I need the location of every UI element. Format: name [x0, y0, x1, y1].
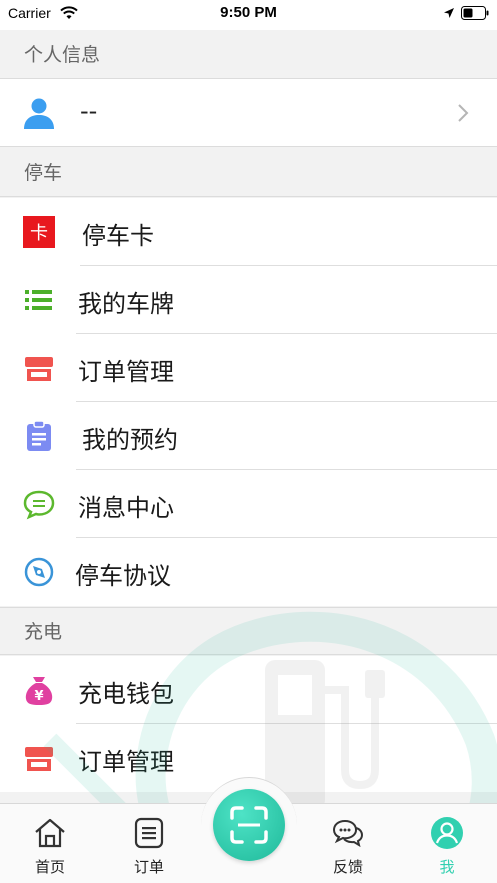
parking-list: 卡 停车卡 我的车牌 订单管理 我的预约 消息中心 停车协议	[0, 198, 497, 606]
order-list-icon	[134, 817, 164, 849]
tab-me[interactable]: 我	[407, 804, 487, 883]
home-icon	[35, 818, 65, 848]
money-bag-icon-text: ¥	[34, 689, 43, 704]
user-avatar-icon	[24, 98, 54, 129]
list-item-label: 我的车牌	[78, 290, 174, 318]
section-header-charging: 充电	[0, 607, 497, 655]
chat-bubble-icon	[23, 490, 55, 520]
tab-label: 反馈	[332, 858, 363, 876]
list-item-label: 停车协议	[75, 562, 171, 590]
compass-icon	[24, 557, 54, 587]
money-bag-icon: ¥	[25, 677, 53, 705]
list-item-label: 订单管理	[78, 358, 174, 386]
tab-feedback[interactable]: 反馈	[308, 804, 388, 883]
location-arrow-icon	[444, 8, 454, 18]
section-header-personal: 个人信息	[0, 31, 497, 79]
list-item-label: 订单管理	[78, 748, 174, 776]
status-time: 9:50 PM	[220, 4, 277, 21]
list-item-license-plate[interactable]: 我的车牌	[0, 266, 497, 334]
list-item-reservation[interactable]: 我的预约	[0, 402, 497, 470]
profile-name: --	[80, 97, 98, 125]
list-icon	[25, 290, 52, 310]
scan-button[interactable]	[213, 789, 285, 861]
chevron-right-icon	[458, 104, 469, 122]
profile-icon	[431, 817, 463, 849]
list-item-label: 停车卡	[82, 222, 154, 250]
tab-home[interactable]: 首页	[10, 804, 90, 883]
list-item-message-center[interactable]: 消息中心	[0, 470, 497, 538]
charging-list: ¥ 充电钱包 订单管理	[0, 656, 497, 792]
clipboard-icon	[27, 420, 51, 451]
profile-row[interactable]: --	[0, 79, 497, 147]
parking-card-icon-text: 卡	[30, 223, 48, 244]
list-item-label: 我的预约	[82, 426, 178, 454]
battery-icon	[461, 6, 489, 20]
tab-label: 我	[439, 858, 455, 876]
parking-card-icon: 卡	[23, 216, 55, 248]
list-item-charging-wallet[interactable]: ¥ 充电钱包	[0, 656, 497, 724]
list-item-label: 充电钱包	[78, 680, 174, 708]
store-icon	[25, 357, 53, 381]
store-icon	[25, 747, 53, 771]
list-item-parking-agreement[interactable]: 停车协议	[0, 538, 497, 606]
tab-label: 订单	[133, 858, 164, 876]
section-header-parking: 停车	[0, 149, 497, 197]
list-item-label: 消息中心	[78, 494, 174, 522]
list-item-order-management[interactable]: 订单管理	[0, 334, 497, 402]
screen: Carrier 9:50 PM 个人信息 -- 停车 卡 停车卡 我的车牌 订单…	[0, 0, 497, 883]
tab-label: 首页	[34, 858, 65, 876]
scan-icon	[230, 806, 268, 844]
tab-orders[interactable]: 订单	[109, 804, 189, 883]
status-bar: Carrier 9:50 PM	[0, 0, 497, 30]
feedback-icon	[332, 819, 364, 848]
list-item-parking-card[interactable]: 卡 停车卡	[0, 198, 497, 266]
